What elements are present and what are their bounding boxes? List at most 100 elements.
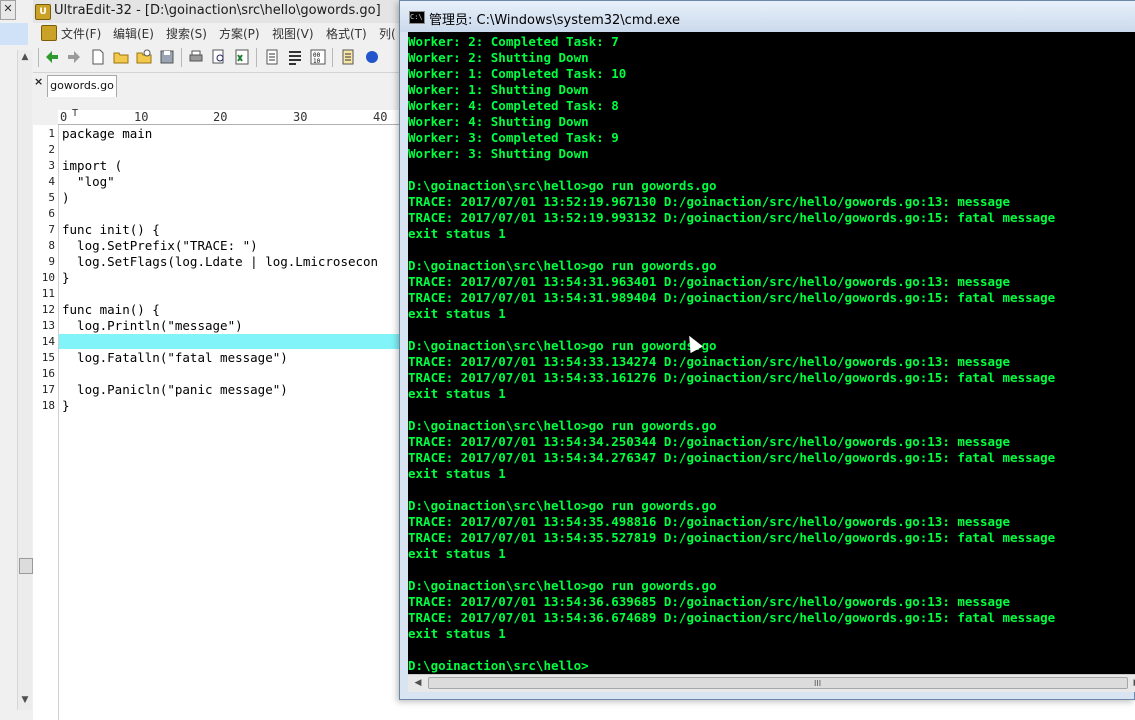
console-line: TRACE: 2017/07/01 13:54:35.527819 D:/goi… [408,530,1056,545]
console-line: D:\goinaction\src\hello>go run gowords.g… [408,258,717,273]
code-line: log.Panicln("panic message") [62,382,288,397]
code-line: func main() { [62,302,160,317]
menu-format[interactable]: 格式(T) [326,25,367,42]
line-number: 14 [41,335,55,348]
forward-arrow-icon[interactable] [65,48,83,66]
console-line: exit status 1 [408,546,506,561]
code-line: "log" [62,174,115,189]
ultraedit-window: U UltraEdit-32 - [D:\goinaction\src\hell… [33,0,413,720]
back-arrow-icon[interactable] [43,48,61,66]
background-window-edge: ✕ ▲ ▼ [0,0,34,720]
console-line: Worker: 3: Shutting Down [408,146,589,161]
console-line: TRACE: 2017/07/01 13:52:19.967130 D:/goi… [408,194,1011,209]
console-line: TRACE: 2017/07/01 13:52:19.993132 D:/goi… [408,210,1056,225]
line-number: 9 [48,255,55,268]
document-menu-icon[interactable] [41,25,57,41]
background-window-highlight [0,23,28,45]
scroll-right-arrow-icon[interactable]: ▶ [1130,677,1135,690]
console-line: TRACE: 2017/07/01 13:54:31.963401 D:/goi… [408,274,1011,289]
console-line: Worker: 2: Shutting Down [408,50,589,65]
ultraedit-window-title: UltraEdit-32 - [D:\goinaction\src\hello\… [54,3,381,18]
blue-action-icon[interactable] [363,48,381,66]
console-line: D:\goinaction\src\hello> [408,658,589,673]
console-line: TRACE: 2017/07/01 13:54:35.498816 D:/goi… [408,514,1011,529]
menu-edit[interactable]: 编辑(E) [113,25,154,42]
line-number: 11 [41,287,55,300]
console-line: Worker: 4: Completed Task: 8 [408,98,619,113]
console-line: Worker: 4: Shutting Down [408,114,589,129]
ruler-label: 0 [60,110,68,124]
scroll-down-arrow-icon[interactable]: ▼ [20,695,30,705]
menu-file[interactable]: 文件(F) [61,25,101,42]
line-number: 1 [48,127,55,140]
open-folder-icon[interactable] [112,48,130,66]
save-icon[interactable] [158,48,176,66]
svg-text:10: 10 [313,58,321,65]
console-line: TRACE: 2017/07/01 13:54:33.134274 D:/goi… [408,354,1011,369]
hex-mode-icon[interactable]: 0010 [309,48,327,66]
console-line: exit status 1 [408,386,506,401]
line-number: 12 [41,303,55,316]
console-line: TRACE: 2017/07/01 13:54:34.276347 D:/goi… [408,450,1056,465]
console-line: Worker: 1: Shutting Down [408,82,589,97]
code-line: log.SetFlags(log.Ldate | log.Lmicrosecon [62,254,379,269]
console-line: D:\goinaction\src\hello>go run gowords.g… [408,578,717,593]
vertical-scrollbar[interactable]: ▲ ▼ [17,50,33,710]
line-number: 10 [41,271,55,284]
document-icon[interactable] [263,48,281,66]
ultraedit-menu-bar: 文件(F) 编辑(E) 搜索(S) 方案(P) 视图(V) 格式(T) 列( [33,23,413,43]
code-editor-area[interactable]: package main import ( "log") func init() {… [59,125,413,720]
close-icon[interactable]: ✕ [0,0,16,20]
scroll-left-arrow-icon[interactable]: ◀ [411,677,425,690]
spreadsheet-icon[interactable] [233,48,251,66]
tab-gowords-go[interactable]: gowords.go [47,75,117,97]
cmd-window-title: 管理员: C:\Windows\system32\cmd.exe [429,13,680,28]
code-line: log.Fatalln("fatal message") [62,350,288,365]
code-line: } [62,270,70,285]
code-line: } [62,398,70,413]
open-recent-icon[interactable] [135,48,153,66]
console-line: D:\goinaction\src\hello>go run gowords.g… [408,498,717,513]
print-preview-icon[interactable] [210,48,228,66]
scrollbar-thumb[interactable] [19,558,33,574]
scrollbar-thumb[interactable]: III [428,677,1128,689]
line-number: 2 [48,143,55,156]
list-icon[interactable] [286,48,304,66]
line-number: 16 [41,367,55,380]
notes-icon[interactable] [339,48,357,66]
cmd-title-bar[interactable]: C:\ 管理员: C:\Windows\system32\cmd.exe [400,1,1135,32]
console-line: D:\goinaction\src\hello>go run gowords.g… [408,338,717,353]
menu-column[interactable]: 列( [379,25,396,42]
line-number: 4 [48,175,55,188]
horizontal-scrollbar[interactable]: ◀ III ▶ [408,674,1135,692]
console-line: exit status 1 [408,626,506,641]
console-line: Worker: 1: Completed Task: 10 [408,66,627,81]
code-line: ) [62,190,70,205]
console-line: TRACE: 2017/07/01 13:54:31.989404 D:/goi… [408,290,1056,305]
ultraedit-title-bar[interactable]: U UltraEdit-32 - [D:\goinaction\src\hell… [33,0,413,24]
console-output[interactable]: Worker: 2: Completed Task: 7 Worker: 2: S… [408,32,1135,674]
column-ruler: 0 T 10 20 30 40 [58,108,413,125]
print-icon[interactable] [187,48,205,66]
scrollbar-grip: III [814,679,822,688]
scroll-up-arrow-icon[interactable]: ▲ [20,52,30,62]
ultraedit-app-icon: U [35,4,51,20]
code-line: import ( [62,158,123,173]
code-line: log.Println("message") [62,318,243,333]
line-number-gutter: 1 2 3 4 5 6 7 8 9 10 11 12 13 14 15 16 17 18 [33,125,59,720]
close-tab-icon[interactable]: × [34,75,43,88]
line-number: 13 [41,319,55,332]
line-number: 17 [41,383,55,396]
ruler-caret-marker: T [72,108,79,119]
line-number: 6 [48,207,55,220]
new-file-icon[interactable] [89,48,107,66]
menu-view[interactable]: 视图(V) [272,25,314,42]
menu-search[interactable]: 搜索(S) [166,25,207,42]
console-line: exit status 1 [408,466,506,481]
ruler-label: 30 [293,110,308,124]
line-number: 8 [48,239,55,252]
menu-project[interactable]: 方案(P) [219,25,260,42]
line-number: 18 [41,399,55,412]
ruler-label: 40 [373,110,388,124]
console-line: TRACE: 2017/07/01 13:54:33.161276 D:/goi… [408,370,1056,385]
